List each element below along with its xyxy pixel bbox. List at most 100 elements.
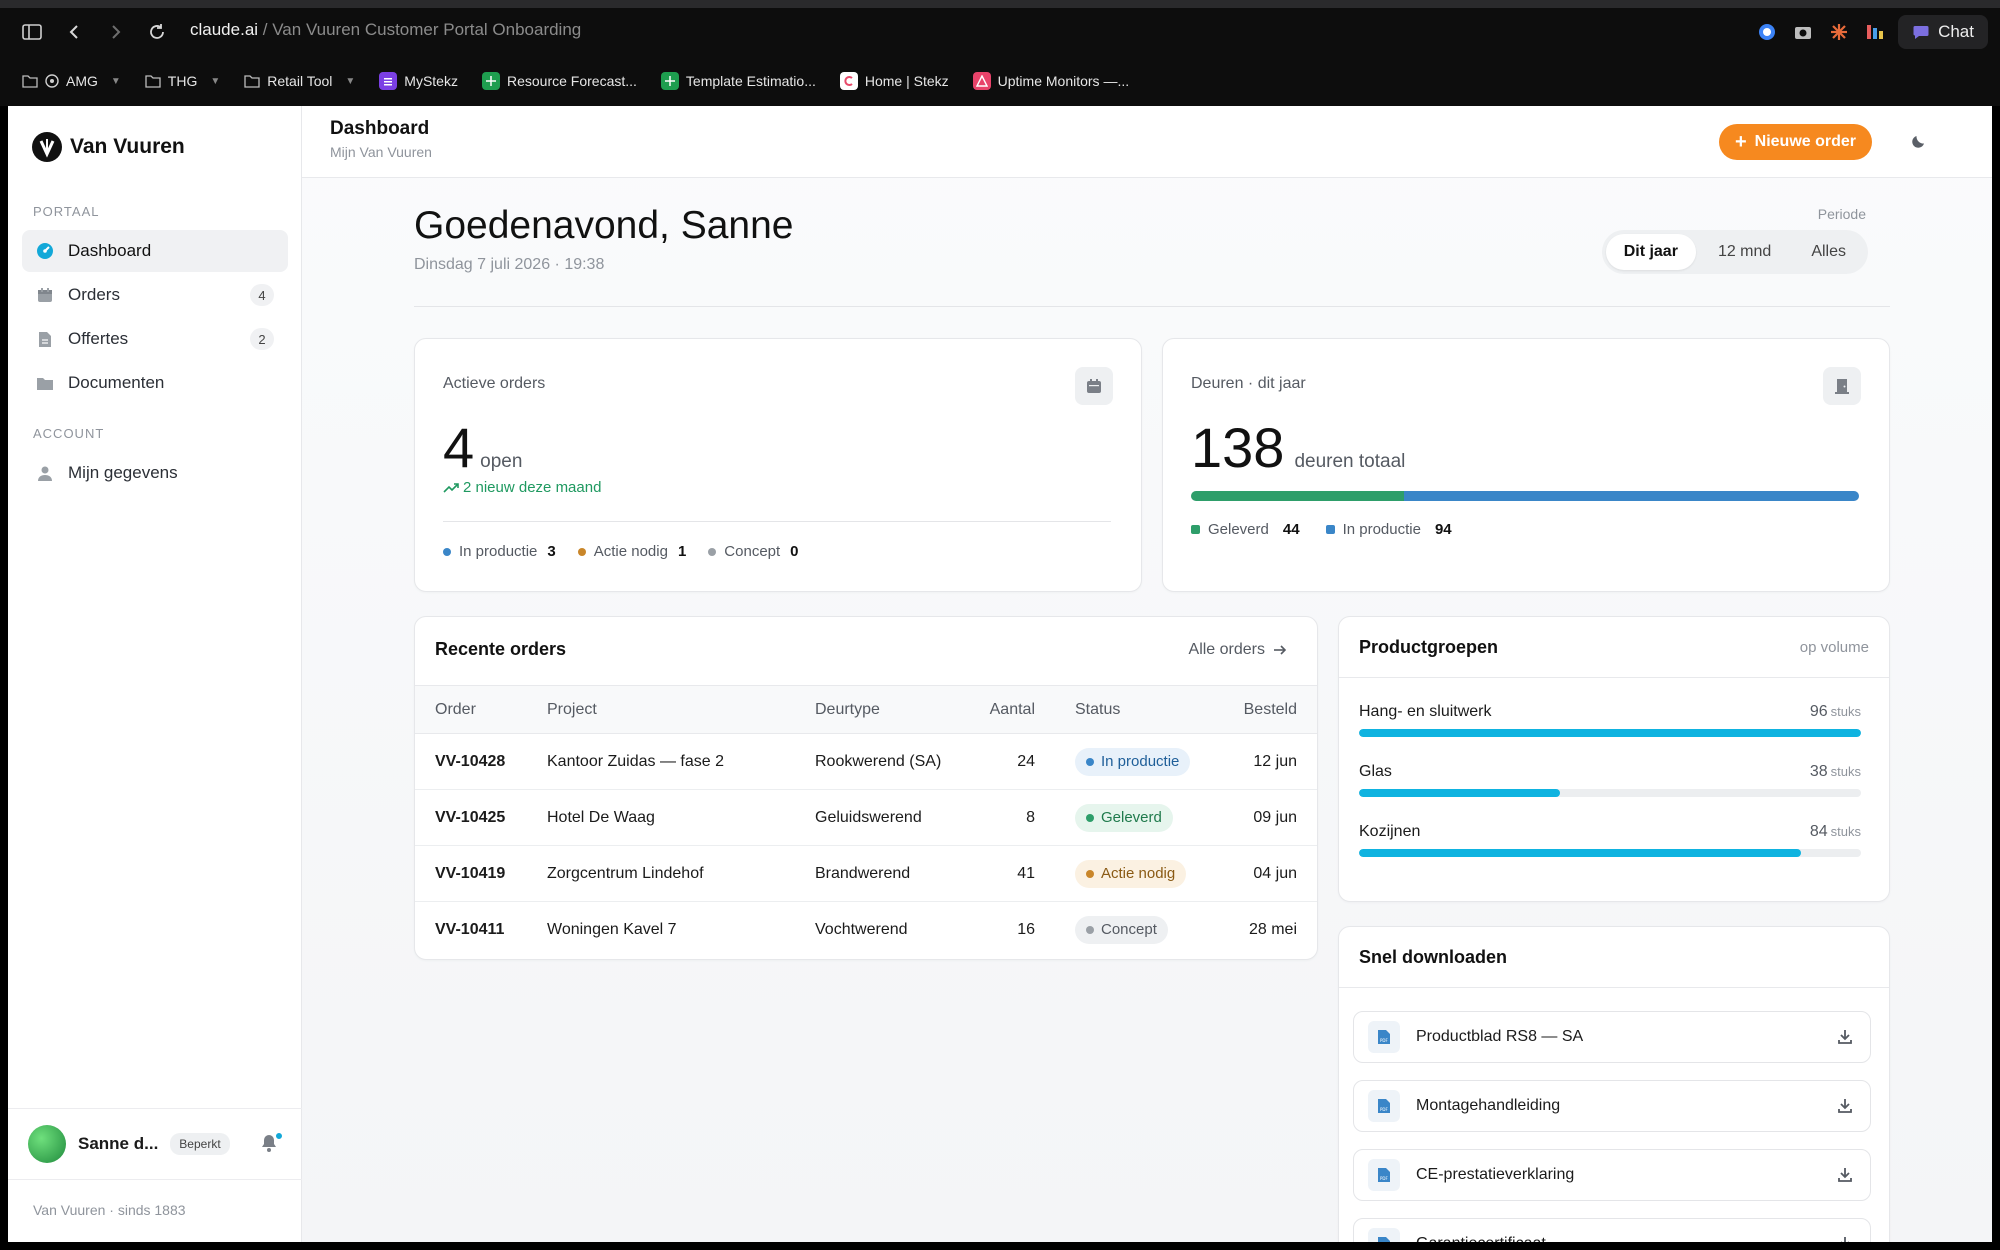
dark-mode-toggle[interactable]	[1910, 132, 1930, 152]
column-header-door-type[interactable]: Deurtype	[795, 685, 965, 734]
bookmark-amg[interactable]: AMG ▼	[22, 73, 121, 89]
bookmark-uptime-monitors[interactable]: Uptime Monitors —...	[972, 72, 1129, 90]
brand-logo[interactable]: Van Vuuren	[32, 132, 185, 162]
order-number[interactable]: VV-10425	[415, 789, 527, 846]
download-icon[interactable]	[1834, 1095, 1856, 1117]
sidebar-item-dashboard[interactable]: Dashboard	[22, 230, 288, 272]
arrow-right-icon	[1274, 645, 1287, 655]
order-number[interactable]: VV-10428	[415, 733, 527, 790]
user-name[interactable]: Sanne d...	[78, 1134, 158, 1154]
sidebar-item-documenten[interactable]: Documenten	[22, 362, 288, 404]
bookmark-mystekz[interactable]: MyStekz	[379, 72, 458, 90]
sidebar-item-offertes[interactable]: Offertes 2	[22, 318, 288, 360]
table-row[interactable]: VV-10428 Kantoor Zuidas — fase 2 Rookweren…	[415, 733, 1317, 790]
all-orders-label: Alle orders	[1188, 641, 1265, 658]
topbar: Dashboard Mijn Van Vuuren + Nieuwe order	[302, 106, 1992, 178]
column-header-status[interactable]: Status	[1055, 685, 1211, 734]
notifications-button[interactable]	[260, 1132, 283, 1155]
product-group-name: Glas	[1359, 763, 1392, 780]
doors-unit: deuren totaal	[1294, 451, 1406, 472]
bookmark-resource-forecast[interactable]: Resource Forecast...	[481, 72, 637, 90]
period-option-all[interactable]: Alles	[1793, 234, 1864, 270]
doors-number: 138	[1191, 416, 1285, 479]
product-group-row: Hang- en sluitwerk 96 stuks	[1359, 703, 1861, 737]
order-quantity: 41	[965, 845, 1055, 902]
column-header-project[interactable]: Project	[527, 685, 795, 734]
all-orders-link[interactable]: Alle orders	[1189, 641, 1287, 659]
doors-label: Deuren · dit jaar	[1191, 375, 1306, 392]
column-header-order[interactable]: Order	[415, 685, 527, 734]
main-content: Dashboard Mijn Van Vuuren + Nieuwe order…	[302, 106, 1992, 1242]
bookmark-label: AMG	[66, 73, 98, 89]
download-icon[interactable]	[1834, 1164, 1856, 1186]
bookmark-label: MyStekz	[404, 73, 458, 89]
uptime-icon	[972, 72, 991, 90]
sheets-icon	[481, 72, 500, 90]
download-item[interactable]: PDF Montagehandleiding	[1353, 1080, 1871, 1132]
period-option-12-months[interactable]: 12 mnd	[1700, 234, 1789, 270]
order-number[interactable]: VV-10411	[415, 902, 527, 958]
legend-delivered: Geleverd 44	[1191, 521, 1300, 538]
download-name: Garantiecertificaat	[1416, 1235, 1546, 1242]
download-icon[interactable]	[1834, 1233, 1856, 1242]
legend-value: 0	[790, 543, 799, 560]
url-path: Van Vuuren Customer Portal Onboarding	[272, 20, 582, 39]
address-bar[interactable]: claude.ai / Van Vuuren Customer Portal O…	[190, 20, 581, 40]
active-orders-label: Actieve orders	[443, 375, 546, 392]
status-label: Geleverd	[1101, 809, 1162, 826]
door-icon	[1823, 367, 1861, 405]
download-icon[interactable]	[1834, 1026, 1856, 1048]
status-dot	[708, 547, 717, 556]
product-groups-card: Productgroepen op volume Hang- en sluitw…	[1338, 616, 1890, 902]
user-icon	[36, 464, 54, 482]
forward-icon[interactable]	[104, 20, 128, 44]
bookmark-retail-tool[interactable]: Retail Tool ▼	[244, 73, 355, 89]
column-header-quantity[interactable]: Aantal	[965, 685, 1055, 734]
back-icon[interactable]	[62, 20, 86, 44]
order-project: Woningen Kavel 7	[547, 920, 677, 938]
active-orders-trend: 2 nieuw deze maand	[443, 479, 601, 496]
card-separator	[443, 521, 1111, 522]
sidebar-toggle-icon[interactable]	[20, 20, 44, 44]
extension-globe-icon[interactable]	[1754, 19, 1780, 45]
sidebar-item-mijn-gegevens[interactable]: Mijn gegevens	[22, 452, 288, 494]
bookmark-thg[interactable]: THG ▼	[145, 73, 220, 89]
doors-value: 138 deuren totaal	[1191, 415, 1405, 480]
order-number[interactable]: VV-10419	[415, 845, 527, 902]
reload-icon[interactable]	[145, 20, 169, 44]
folder-icon	[244, 75, 260, 88]
order-date: 04 jun	[1210, 845, 1317, 902]
table-row[interactable]: VV-10425 Hotel De Waag Geluidswerend 8 Gelev…	[415, 789, 1317, 846]
download-item[interactable]: PDF Productblad RS8 — SA	[1353, 1011, 1871, 1063]
trend-up-icon	[443, 482, 459, 493]
bookmark-template-estimation[interactable]: Template Estimatio...	[660, 72, 816, 90]
sidebar-item-orders[interactable]: Orders 4	[22, 274, 288, 316]
plus-icon: +	[1734, 131, 1747, 153]
chat-button[interactable]: Chat	[1898, 15, 1988, 49]
product-group-value: 84 stuks	[1810, 823, 1861, 841]
trend-text: 2 nieuw deze maand	[463, 479, 602, 496]
download-item[interactable]: PDF Garantiecertificaat	[1353, 1218, 1871, 1242]
period-option-this-year[interactable]: Dit jaar	[1605, 234, 1696, 270]
app-window: Van Vuuren Portaal Dashboard Orders 4 Of…	[8, 106, 1992, 1242]
status-dot	[1086, 813, 1094, 822]
extension-bars-icon[interactable]	[1862, 19, 1888, 45]
download-item[interactable]: PDF CE-prestatieverklaring	[1353, 1149, 1871, 1201]
table-row[interactable]: VV-10419 Zorgcentrum Lindehof Brandwerend 4…	[415, 845, 1317, 902]
avatar[interactable]	[28, 1125, 66, 1163]
extension-camera-icon[interactable]	[1790, 19, 1816, 45]
new-order-button[interactable]: + Nieuwe order	[1718, 124, 1872, 160]
extension-claude-icon[interactable]	[1826, 19, 1852, 45]
legend-value: 94	[1434, 521, 1452, 538]
stekz-icon	[839, 72, 858, 90]
status-label: Actie nodig	[1101, 865, 1176, 882]
product-group-bar-fill	[1359, 789, 1560, 797]
column-header-ordered[interactable]: Besteld	[1210, 685, 1317, 734]
status-badge: In productie	[1075, 747, 1191, 776]
bookmark-home-stekz[interactable]: Home | Stekz	[839, 72, 949, 90]
table-row[interactable]: VV-10411 Woningen Kavel 7 Vochtwerend 16 Con…	[415, 902, 1317, 958]
chevron-down-icon: ▼	[345, 75, 356, 87]
user-panel: Sanne d... Beperkt	[8, 1108, 302, 1180]
order-project: Zorgcentrum Lindehof	[527, 845, 795, 902]
download-name: Montagehandleiding	[1416, 1097, 1561, 1114]
